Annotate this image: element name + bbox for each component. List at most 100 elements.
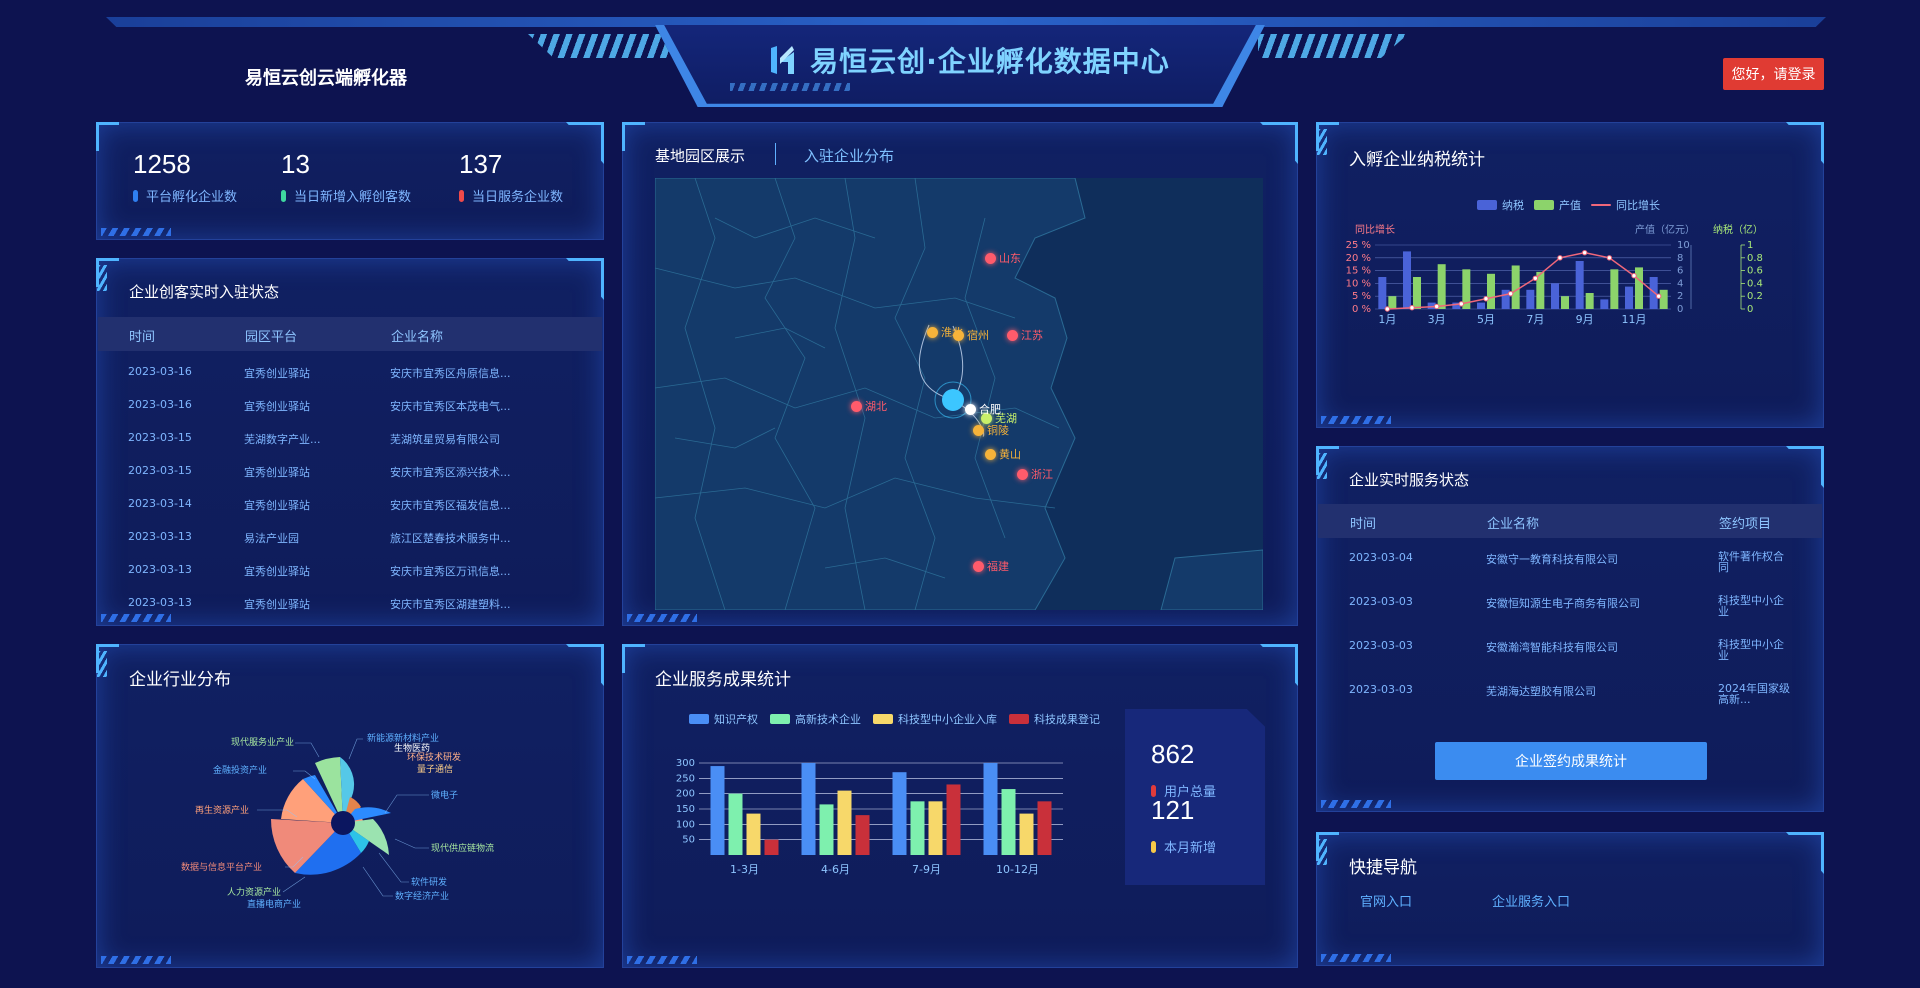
- legend-item[interactable]: 科技成果登记: [1009, 711, 1100, 727]
- legend-item[interactable]: 纳税: [1477, 197, 1524, 213]
- table-row[interactable]: 2023-03-03 芜湖海达塑胶有限公司 2024年国家级高新...: [1317, 673, 1823, 713]
- bar[interactable]: [1477, 302, 1485, 309]
- table-row[interactable]: 2023-03-16 宜秀创业驿站 安庆市宜秀区舟原信息...: [97, 355, 603, 388]
- growth-point[interactable]: [1507, 290, 1514, 297]
- table-row[interactable]: 2023-03-13 宜秀创业驿站 安庆市宜秀区万讯信息...: [97, 553, 603, 586]
- bar[interactable]: [1403, 251, 1411, 309]
- signing-results-button[interactable]: 企业签约成果统计: [1435, 742, 1707, 780]
- col-time: 时间: [129, 330, 156, 345]
- growth-point[interactable]: [1384, 306, 1391, 312]
- tab-base-parks[interactable]: 基地园区展示: [655, 145, 745, 166]
- growth-point[interactable]: [1409, 305, 1415, 311]
- growth-point[interactable]: [1606, 255, 1613, 261]
- legend-item[interactable]: 产值: [1534, 197, 1581, 213]
- table-row[interactable]: 2023-03-14 宜秀创业驿站 安庆市宜秀区福发信息...: [97, 487, 603, 520]
- legend-item[interactable]: 同比增长: [1591, 197, 1660, 213]
- province-marker[interactable]: 福建: [973, 558, 1009, 574]
- growth-point[interactable]: [1483, 296, 1489, 302]
- bar[interactable]: [710, 766, 725, 855]
- bar[interactable]: [1625, 286, 1633, 309]
- bar[interactable]: [801, 763, 816, 855]
- bar[interactable]: [819, 804, 834, 855]
- bar[interactable]: [1585, 293, 1594, 309]
- legend-item[interactable]: 知识产权: [689, 711, 758, 727]
- official-site-link[interactable]: 官网入口: [1360, 891, 1412, 910]
- bar[interactable]: [1635, 267, 1643, 309]
- table-row[interactable]: 2023-03-15 芜湖数字产业... 芜湖筑星贸易有限公司: [97, 421, 603, 454]
- kpi-new-month-label: 本月新增: [1151, 837, 1216, 856]
- province-marker[interactable]: 浙江: [1017, 466, 1053, 482]
- bar[interactable]: [1019, 813, 1034, 855]
- growth-point[interactable]: [1458, 301, 1465, 307]
- tab-divider: [775, 143, 776, 165]
- x-tick-label: 7-9月: [912, 863, 941, 876]
- growth-point[interactable]: [1433, 303, 1440, 310]
- province-marker[interactable]: 山东: [985, 250, 1021, 266]
- y-tick-label: 300: [676, 758, 695, 769]
- row-time: 2023-03-15: [128, 464, 192, 477]
- growth-point[interactable]: [1631, 273, 1637, 279]
- bar[interactable]: [1511, 265, 1520, 309]
- growth-point[interactable]: [1581, 249, 1588, 256]
- table-row[interactable]: 2023-03-13 宜秀创业驿站 安庆市宜秀区湖建塑料...: [97, 586, 603, 619]
- y-right-tick: 0.8: [1747, 253, 1763, 264]
- city-marker[interactable]: 黄山: [985, 446, 1021, 462]
- tab-company-distribution[interactable]: 入驻企业分布: [804, 145, 894, 166]
- bar[interactable]: [1001, 789, 1016, 855]
- city-marker[interactable]: 铜陵: [973, 422, 1009, 438]
- growth-point[interactable]: [1557, 255, 1563, 261]
- bar[interactable]: [910, 801, 925, 855]
- bar[interactable]: [1437, 264, 1446, 309]
- bar[interactable]: [1487, 273, 1495, 309]
- bar[interactable]: [983, 763, 998, 855]
- bar[interactable]: [837, 790, 852, 855]
- table-row[interactable]: 2023-03-03 安徽恒知源生电子商务有限公司 科技型中小企业: [1317, 585, 1823, 625]
- bar[interactable]: [1551, 283, 1559, 309]
- y-right-tick: 0.4: [1747, 278, 1763, 289]
- row-company: 安徽守一教育科技有限公司: [1486, 553, 1618, 566]
- province-marker[interactable]: 湖北: [851, 398, 887, 414]
- growth-point[interactable]: [1655, 293, 1662, 299]
- bar[interactable]: [946, 784, 961, 855]
- bar[interactable]: [1600, 299, 1609, 309]
- legend-swatch: [770, 714, 790, 724]
- bar[interactable]: [928, 801, 943, 855]
- bar[interactable]: [1037, 801, 1052, 855]
- bar[interactable]: [728, 793, 743, 855]
- province-marker[interactable]: 江苏: [1007, 327, 1043, 343]
- bar[interactable]: [855, 815, 870, 855]
- city-marker[interactable]: 宿州: [953, 327, 989, 343]
- bar[interactable]: [1610, 269, 1619, 309]
- bar[interactable]: [746, 813, 761, 855]
- growth-point[interactable]: [1532, 275, 1539, 281]
- table-row[interactable]: 2023-03-16 宜秀创业驿站 安庆市宜秀区本茂电气...: [97, 388, 603, 421]
- map-label: 湖北: [865, 400, 887, 413]
- table-row[interactable]: 2023-03-15 宜秀创业驿站 安庆市宜秀区添兴技术...: [97, 454, 603, 487]
- row-park: 宜秀创业驿站: [244, 400, 310, 413]
- rose-label: 现代服务业产业: [231, 736, 294, 748]
- bar[interactable]: [1526, 289, 1535, 309]
- legend-item[interactable]: 科技型中小企业入库: [873, 711, 997, 727]
- x-tick-label: 5月: [1477, 313, 1495, 326]
- bar[interactable]: [1378, 277, 1387, 309]
- enterprise-service-link[interactable]: 企业服务入口: [1492, 891, 1570, 910]
- bar[interactable]: [1388, 296, 1397, 309]
- table-row[interactable]: 2023-03-13 易法产业园 旅江区楚春技术服务中...: [97, 520, 603, 553]
- rose-label: 数字经济产业: [395, 890, 449, 902]
- map-area[interactable]: 山东 江苏 湖北 浙江 福建 淮北 宿州 芜湖 铜陵 黄山 合肥: [655, 178, 1263, 610]
- tax-axis-right-title: 纳税（亿）: [1713, 223, 1763, 236]
- y-right-tick: 0: [1747, 304, 1753, 315]
- bar[interactable]: [764, 839, 779, 855]
- legend-item[interactable]: 高新技术企业: [770, 711, 861, 727]
- map-dot: [1007, 329, 1018, 341]
- bar[interactable]: [1413, 277, 1421, 309]
- bar[interactable]: [1659, 289, 1668, 309]
- bar[interactable]: [1561, 296, 1569, 309]
- login-button[interactable]: 您好，请登录: [1723, 58, 1824, 90]
- bar[interactable]: [892, 772, 907, 855]
- table-row[interactable]: 2023-03-04 安徽守一教育科技有限公司 软件著作权合同: [1317, 541, 1823, 581]
- tax-axis-mid-title: 产值（亿元）: [1635, 223, 1695, 236]
- table-row[interactable]: 2023-03-03 安徽瀚湾智能科技有限公司 科技型中小企业: [1317, 629, 1823, 669]
- city-marker[interactable]: 合肥: [965, 401, 1001, 417]
- bar[interactable]: [1575, 261, 1584, 309]
